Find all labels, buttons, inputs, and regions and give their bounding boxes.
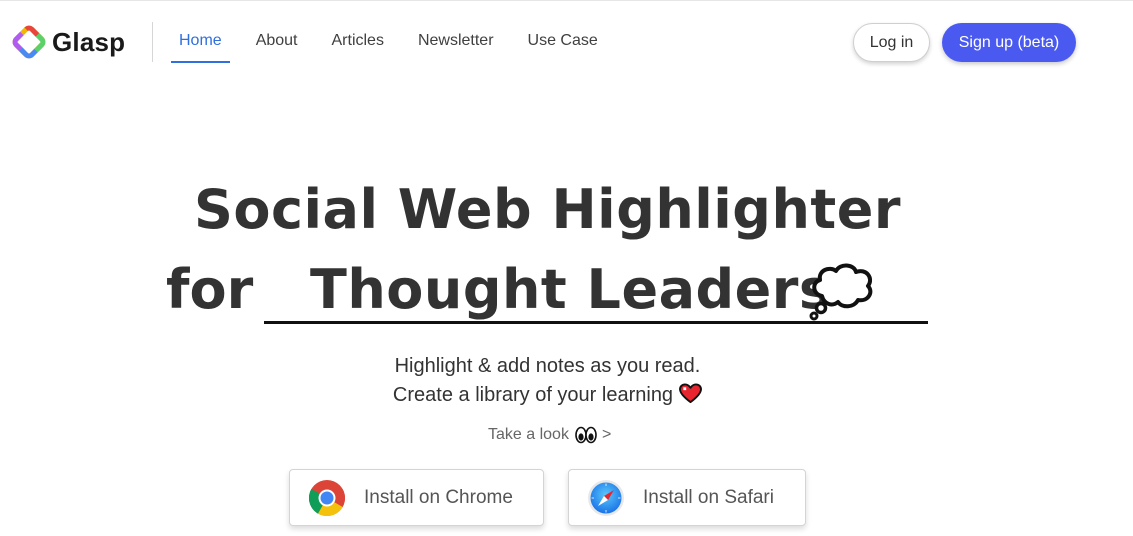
- chrome-icon: [308, 479, 345, 516]
- hero-headline-line1: Social Web Highlighter: [194, 178, 901, 241]
- take-a-look-link[interactable]: Take a look >: [488, 426, 611, 444]
- nav-use-case[interactable]: Use Case: [511, 1, 615, 81]
- login-button[interactable]: Log in: [853, 23, 930, 62]
- nav-home[interactable]: Home: [162, 1, 239, 81]
- hero-subtitle-line2: Create a library of your learning: [0, 383, 1095, 407]
- hero-headline-for: for: [166, 258, 254, 321]
- site-header: Glasp Home About Articles Newsletter Use…: [0, 1, 1133, 81]
- install-safari-button[interactable]: Install on Safari: [568, 469, 806, 526]
- hero-subtitle-line2-text: Create a library of your learning: [392, 384, 674, 406]
- nav-newsletter[interactable]: Newsletter: [401, 1, 511, 81]
- eyes-icon: [575, 426, 597, 444]
- glasp-logo-icon: [12, 25, 46, 59]
- logo-text: Glasp: [52, 26, 126, 57]
- main-nav: Home About Articles Newsletter Use Case: [162, 1, 615, 81]
- logo-link[interactable]: Glasp: [12, 25, 125, 59]
- install-chrome-label: Install on Chrome: [364, 486, 513, 508]
- heart-icon: [679, 383, 703, 404]
- install-safari-label: Install on Safari: [643, 486, 774, 508]
- take-a-look-label: Take a look: [488, 426, 569, 443]
- hero-subtitle-line1: Highlight & add notes as you read.: [394, 355, 701, 377]
- hero-typed-underline: Thought Leaders: [264, 258, 928, 324]
- header-divider: [152, 22, 153, 62]
- nav-articles[interactable]: Articles: [315, 1, 401, 81]
- safari-icon: [588, 479, 624, 516]
- take-a-look-arrow: >: [601, 426, 612, 443]
- hero-typed-text: Thought Leaders: [310, 258, 832, 321]
- install-chrome-button[interactable]: Install on Chrome: [289, 469, 544, 526]
- signup-button[interactable]: Sign up (beta): [942, 23, 1076, 62]
- thought-bubble-icon: [809, 263, 873, 321]
- nav-about[interactable]: About: [239, 1, 315, 81]
